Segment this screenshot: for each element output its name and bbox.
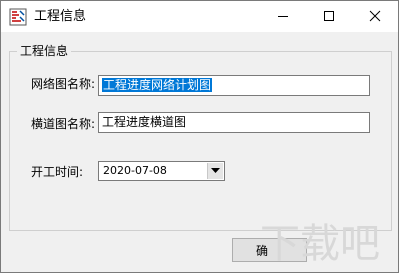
bar-name-label: 横道图名称: bbox=[31, 117, 96, 131]
chevron-down-icon bbox=[211, 168, 220, 173]
network-name-label: 网络图名称: bbox=[31, 77, 96, 91]
app-icon[interactable] bbox=[9, 8, 27, 26]
bar-name-input[interactable]: 工程进度横道图 bbox=[98, 112, 370, 133]
maximize-icon bbox=[324, 11, 334, 21]
minimize-icon bbox=[278, 16, 288, 17]
date-dropdown-button[interactable] bbox=[207, 163, 223, 179]
start-time-picker[interactable]: 2020-07-08 bbox=[98, 161, 225, 181]
dialog-window: 工程信息 工程信息 网络图名称: 工程进度网络计划图 横道图名称: 工程进度横道… bbox=[0, 0, 399, 273]
groupbox-title: 工程信息 bbox=[17, 43, 72, 59]
start-time-label: 开工时间: bbox=[31, 165, 84, 179]
svg-text:下载吧: 下载吧 bbox=[260, 221, 380, 267]
close-icon bbox=[369, 10, 381, 22]
network-name-input[interactable]: 工程进度网络计划图 bbox=[98, 75, 370, 96]
watermark-logo: 下载吧 bbox=[260, 221, 380, 267]
minimize-button[interactable] bbox=[260, 1, 306, 32]
title-bar[interactable]: 工程信息 bbox=[1, 1, 398, 32]
network-name-value: 工程进度网络计划图 bbox=[102, 78, 213, 92]
close-button[interactable] bbox=[352, 1, 398, 32]
window-title: 工程信息 bbox=[34, 9, 87, 24]
maximize-button[interactable] bbox=[306, 1, 352, 32]
start-time-value: 2020-07-08 bbox=[103, 164, 167, 177]
